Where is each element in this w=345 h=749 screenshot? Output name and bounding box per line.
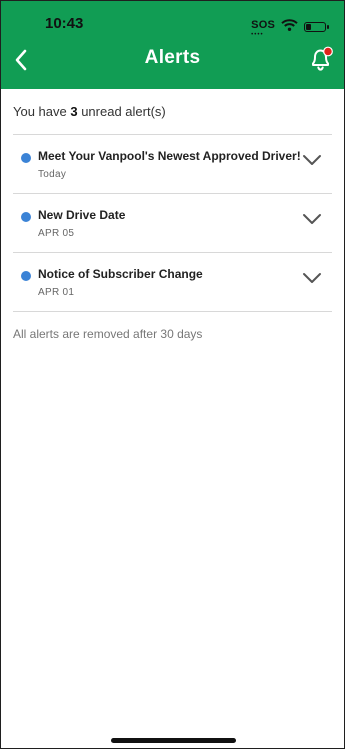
unread-dot: [21, 271, 31, 281]
status-time: 10:43: [45, 15, 84, 32]
page-title: Alerts: [144, 47, 201, 68]
status-icons: SOS ••••: [251, 15, 329, 39]
battery-icon: [304, 21, 329, 32]
alert-title: Notice of Subscriber Change: [38, 267, 203, 281]
sos-indicator: SOS ••••: [251, 15, 275, 39]
alert-date: Today: [38, 169, 67, 180]
retention-note: All alerts are removed after 30 days: [13, 327, 203, 341]
alert-item[interactable]: Meet Your Vanpool's Newest Approved Driv…: [1, 135, 344, 193]
alert-date: APR 05: [38, 228, 75, 239]
chevron-down-icon[interactable]: [302, 212, 322, 226]
header-bar: 10:43 SOS •••• Alerts: [1, 1, 344, 89]
alert-date: APR 01: [38, 287, 75, 298]
unread-suffix: unread alert(s): [77, 104, 166, 119]
unread-prefix: You have: [13, 104, 71, 119]
alert-item[interactable]: Notice of Subscriber Change APR 01: [1, 253, 344, 311]
unread-dot: [21, 153, 31, 163]
home-indicator[interactable]: [111, 738, 236, 743]
divider: [13, 311, 332, 312]
alert-title: Meet Your Vanpool's Newest Approved Driv…: [38, 149, 301, 163]
wifi-icon: [281, 18, 298, 36]
alert-item[interactable]: New Drive Date APR 05: [1, 194, 344, 252]
unread-count: 3: [70, 104, 78, 119]
chevron-down-icon[interactable]: [302, 153, 322, 167]
unread-dot: [21, 212, 31, 222]
unread-summary: You have 3 unread alert(s): [13, 104, 166, 119]
bell-icon: [312, 46, 333, 71]
notifications-button[interactable]: [308, 45, 334, 73]
sos-label: SOS: [251, 19, 275, 31]
chevron-down-icon[interactable]: [302, 271, 322, 285]
app-screen: 10:43 SOS •••• Alerts You have 3 unread …: [0, 0, 345, 749]
alert-title: New Drive Date: [38, 208, 126, 222]
sos-signal-dots: ••••: [251, 32, 264, 38]
